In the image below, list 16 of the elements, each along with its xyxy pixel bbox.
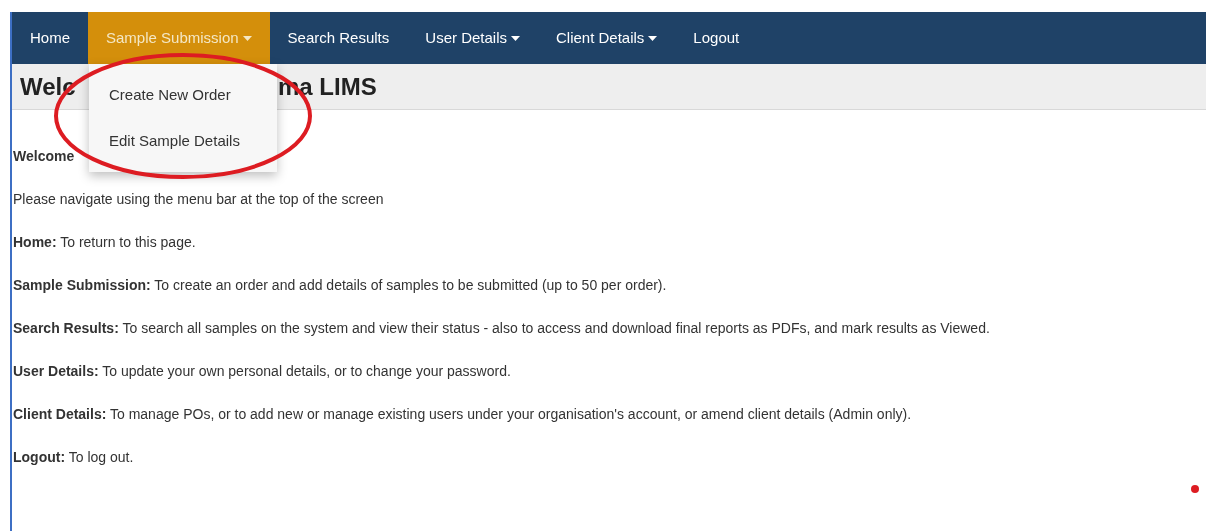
help-text: Sample Submission: To create an order and add details of samples to be submitted (up to 50 per order). <box>13 276 667 294</box>
help-text: Home: To return to this page. <box>13 233 196 251</box>
help-text: Please navigate using the menu bar at the top of the screen <box>13 190 384 208</box>
nav-tab[interactable]: Logout <box>675 12 758 64</box>
help-text: User Details: To update your own personal details, or to change your password. <box>13 362 511 380</box>
menu-item[interactable]: Edit Sample Details <box>89 118 277 164</box>
help-text: Client Details: To manage POs, or to add new or manage existing users under your organisation's account, or amend client details (Admin only). <box>13 405 912 423</box>
help-text: Search Results: To search all samples on the system and view their status - also to access and download final reports as PDFs, and mark results as Viewed. <box>13 319 990 337</box>
nav-tab[interactable]: Home <box>12 12 88 64</box>
menu-item[interactable]: Create New Order <box>89 72 277 118</box>
help-text: Logout: To log out. <box>13 448 134 466</box>
nav-tab[interactable]: Search Results <box>269 12 408 64</box>
nav-tab[interactable]: Client Details <box>538 12 676 64</box>
nav-tab[interactable]: User Details <box>407 12 538 64</box>
dot <box>1191 485 1199 493</box>
welcome-text: Welcome <box>13 147 75 165</box>
